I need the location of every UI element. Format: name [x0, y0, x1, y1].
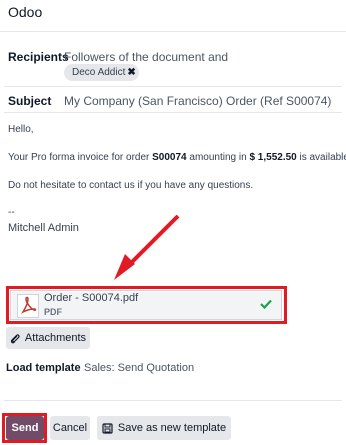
floppy-disk-icon: [102, 422, 113, 434]
template-select[interactable]: Sales: Send Quotation: [84, 362, 194, 374]
send-highlight: [2, 413, 47, 443]
signature-name: Mitchell Admin: [8, 222, 79, 234]
dialog-header: Odoo: [0, 0, 346, 32]
save-template-button-label: Save as new template: [117, 422, 227, 434]
subject-divider: [4, 112, 342, 113]
attachment-highlight: [6, 286, 287, 324]
order-reference: S00074: [152, 152, 187, 163]
message-greeting: Hello,: [8, 124, 34, 135]
message-line-2: Do not hesitate to contact us if you hav…: [8, 180, 254, 191]
order-amount: $ 1,552.50: [249, 152, 297, 163]
cancel-button[interactable]: Cancel: [50, 416, 90, 440]
save-template-button[interactable]: Save as new template: [97, 416, 231, 440]
message-line-1: Your Pro forma invoice for order S00074 …: [8, 152, 346, 163]
signature-separator: --: [8, 207, 15, 218]
subject-field[interactable]: My Company (San Francisco) Order (Ref S0…: [64, 94, 331, 108]
recipients-label: Recipients: [8, 50, 69, 64]
remove-tag-icon[interactable]: ✖: [127, 67, 135, 78]
recipients-value: Followers of the document and: [64, 50, 229, 64]
attachments-button-label: Attachments: [24, 332, 87, 344]
recipient-tag-label: Deco Addict: [72, 67, 126, 78]
subject-label: Subject: [8, 94, 52, 108]
recipient-tag[interactable]: Deco Addict ✖: [64, 64, 139, 81]
attachments-button[interactable]: Attachments: [6, 327, 90, 349]
footer-divider: [4, 400, 342, 401]
cancel-button-label: Cancel: [52, 422, 88, 434]
app-title: Odoo: [8, 4, 43, 20]
load-template-label: Load template: [6, 362, 81, 374]
paperclip-icon: [10, 333, 20, 344]
recipients-divider: [4, 86, 342, 87]
